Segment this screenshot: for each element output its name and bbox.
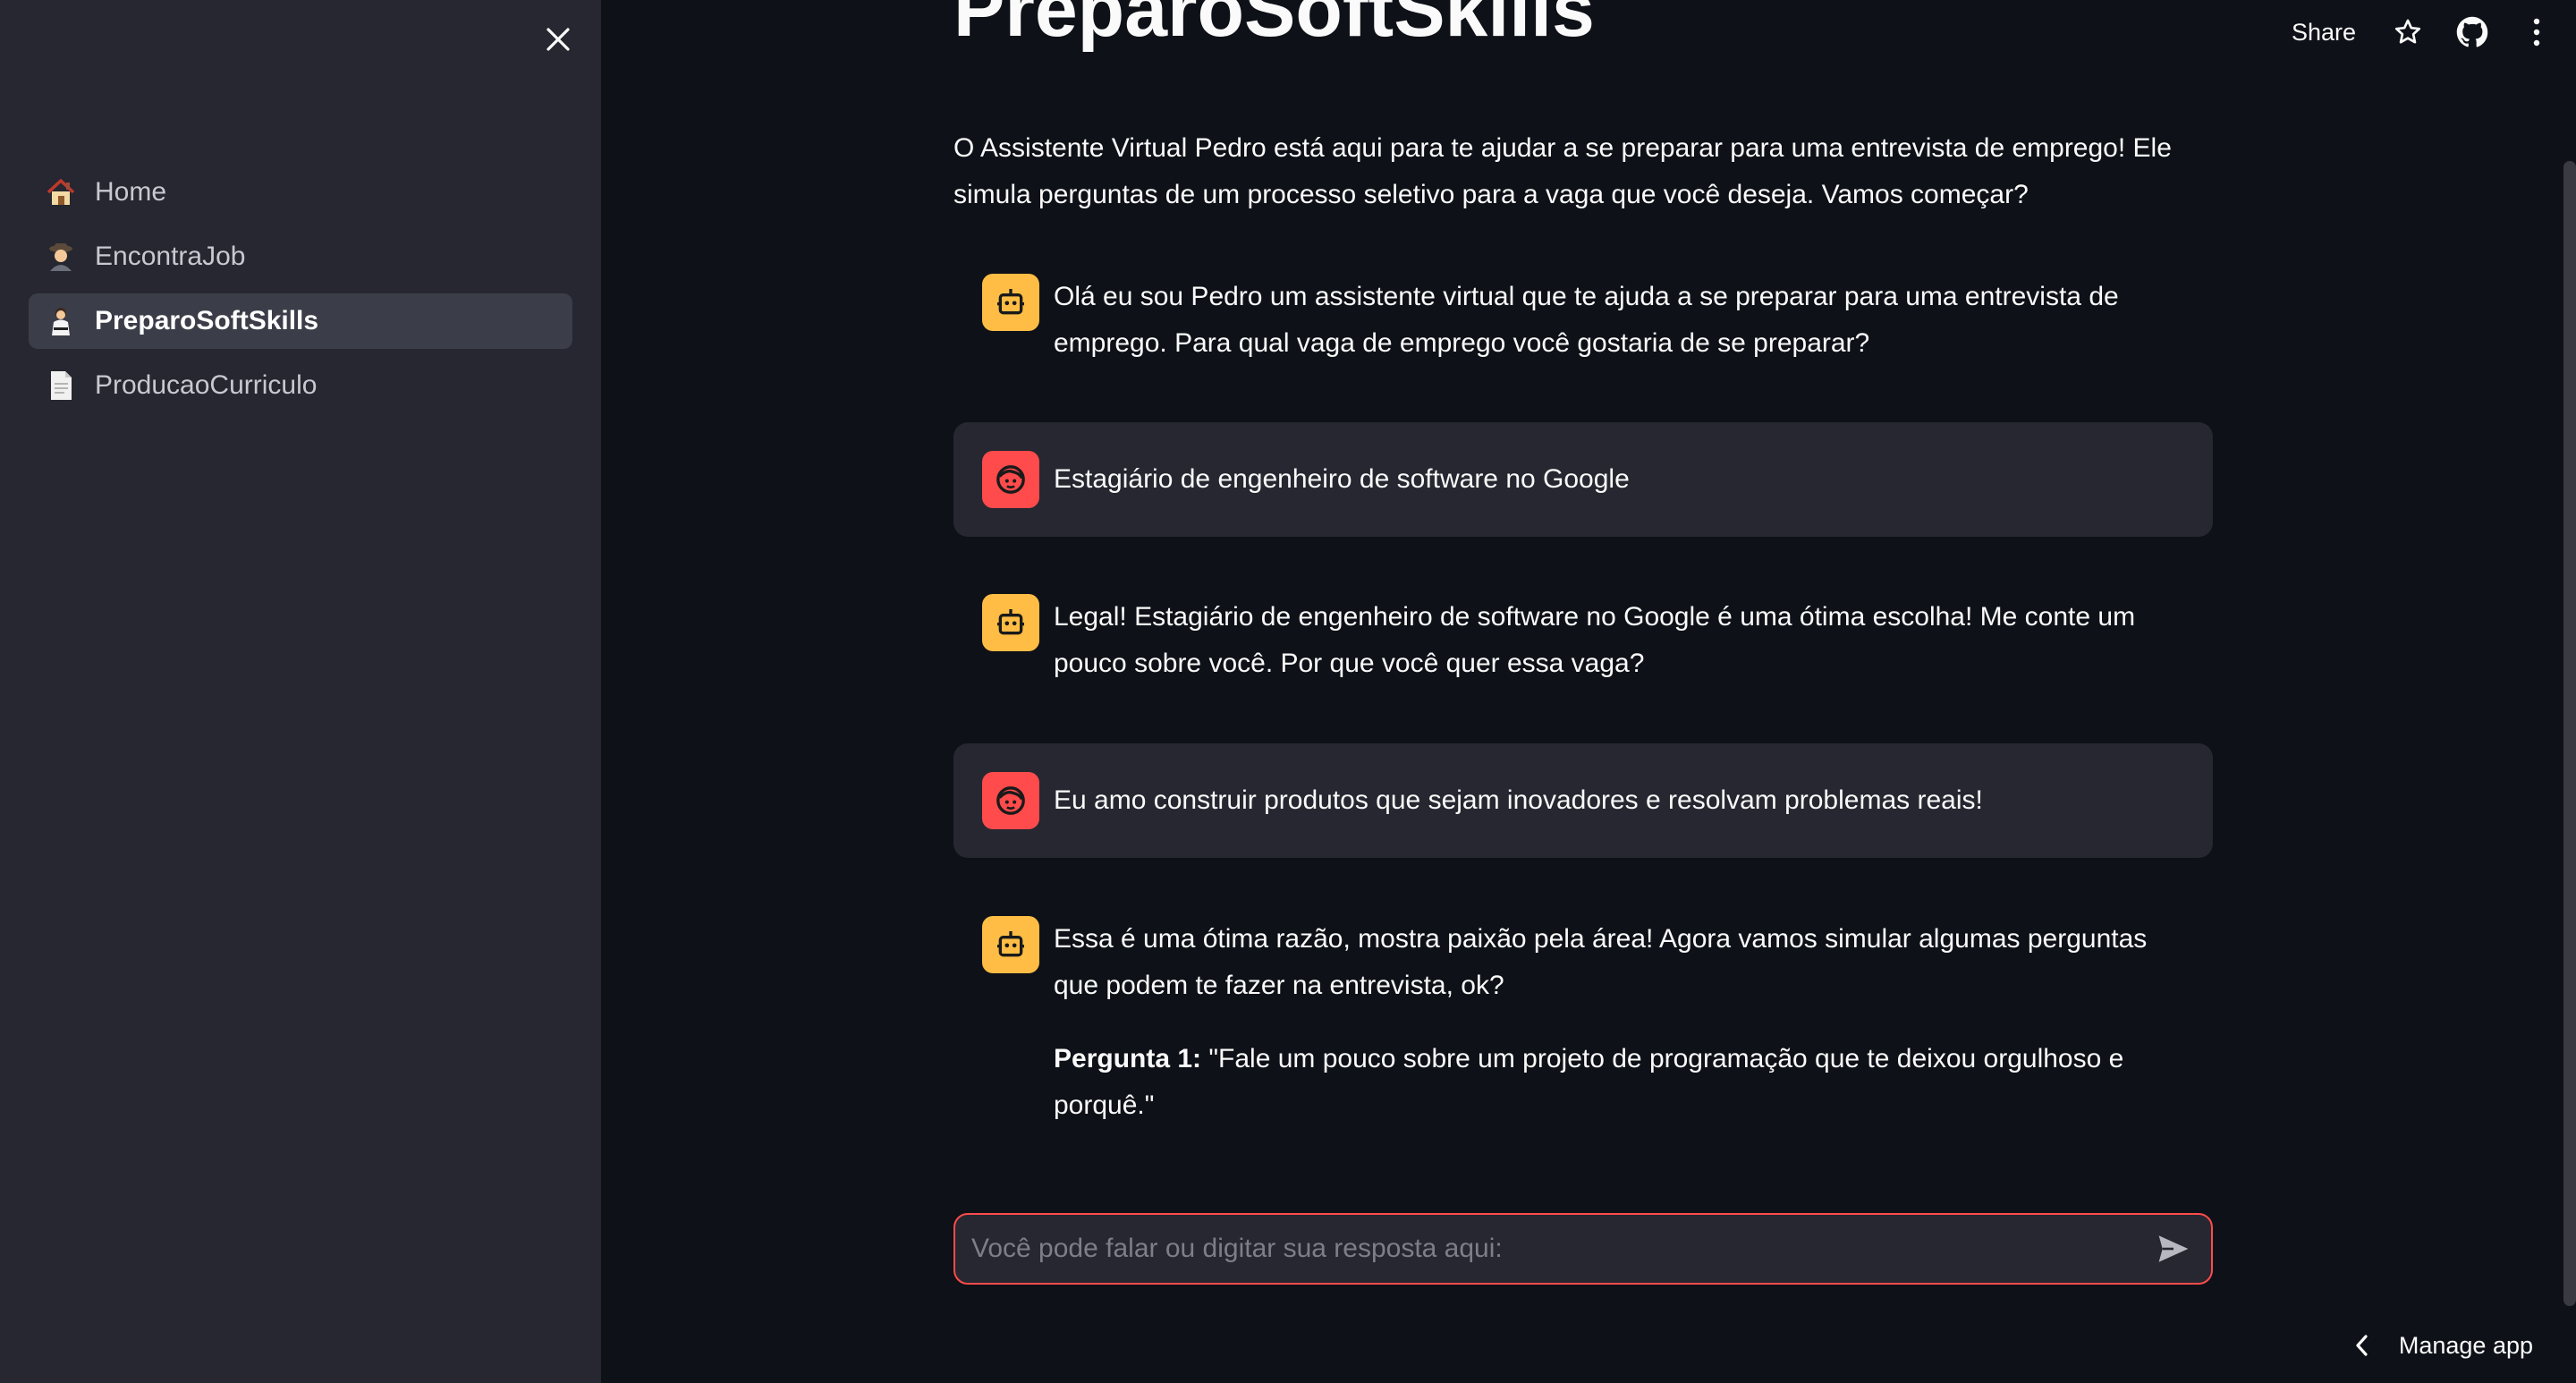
chevron-left-icon xyxy=(2354,1334,2368,1357)
bot-avatar xyxy=(982,594,1039,651)
sidebar-item-label: ProducaoCurriculo xyxy=(95,370,318,400)
sidebar-item-label: PreparoSoftSkills xyxy=(95,306,319,335)
document-icon xyxy=(43,368,79,403)
judo-emoji-icon xyxy=(43,303,79,339)
message-question: Pergunta 1: "Fale um pouco sobre um proj… xyxy=(1054,1036,2184,1129)
message-text: Eu amo construir produtos que sejam inov… xyxy=(1054,785,1983,815)
house-emoji-icon xyxy=(43,174,79,210)
message-text: Legal! Estagiário de engenheiro de softw… xyxy=(1054,602,2136,678)
message-text: Olá eu sou Pedro um assistente virtual q… xyxy=(1054,282,2119,358)
question-label: Pergunta 1: xyxy=(1054,1044,1202,1073)
sidebar-item-producaocurriculo[interactable]: ProducaoCurriculo xyxy=(29,358,572,413)
chat-input-box xyxy=(953,1213,2213,1285)
manage-app-label: Manage app xyxy=(2398,1331,2533,1359)
close-icon[interactable] xyxy=(537,18,580,61)
sidebar-item-encontrajob[interactable]: EncontraJob xyxy=(29,229,572,284)
sidebar-item-label: EncontraJob xyxy=(95,242,246,271)
message-text: Essa é uma ótima razão, mostra paixão pe… xyxy=(1054,916,2184,1143)
bot-avatar xyxy=(982,916,1039,973)
more-vertical-icon[interactable] xyxy=(2519,14,2555,50)
message-paragraph: Essa é uma ótima razão, mostra paixão pe… xyxy=(1054,924,2148,1000)
page-title: PreparoSoftSkills xyxy=(953,0,1595,53)
user-avatar xyxy=(982,772,1039,829)
chat-message-user: Eu amo construir produtos que sejam inov… xyxy=(953,743,2213,858)
send-icon[interactable] xyxy=(2152,1227,2195,1270)
header-toolbar: Share xyxy=(2292,0,2576,64)
chat-message-user: Estagiário de engenheiro de software no … xyxy=(953,422,2213,537)
manage-app-button[interactable]: Manage app xyxy=(2354,1328,2533,1363)
sidebar-item-label: Home xyxy=(95,177,167,207)
chat-message-assistant: Olá eu sou Pedro um assistente virtual q… xyxy=(953,268,2213,369)
chat-message-assistant: Essa é uma ótima razão, mostra paixão pe… xyxy=(953,911,2213,1143)
github-icon[interactable] xyxy=(2454,14,2490,50)
question-text: "Fale um pouco sobre um projeto de progr… xyxy=(1054,1044,2124,1120)
scrollbar[interactable] xyxy=(2563,161,2576,1306)
sidebar-item-home[interactable]: Home xyxy=(29,165,572,220)
bot-avatar xyxy=(982,274,1039,331)
star-icon[interactable] xyxy=(2390,14,2426,50)
message-text: Estagiário de engenheiro de software no … xyxy=(1054,464,1630,494)
chat-input[interactable] xyxy=(971,1222,2152,1276)
share-button[interactable]: Share xyxy=(2292,19,2356,47)
sidebar-nav: Home EncontraJob PreparoSoftSkills Produ… xyxy=(29,165,572,422)
intro-text: O Assistente Virtual Pedro está aqui par… xyxy=(953,133,2172,209)
detective-emoji-icon xyxy=(43,239,79,275)
user-avatar xyxy=(982,451,1039,508)
app-root: Home EncontraJob PreparoSoftSkills Produ… xyxy=(0,0,2576,1383)
sidebar: Home EncontraJob PreparoSoftSkills Produ… xyxy=(0,0,601,1383)
sidebar-item-preparosoftskills[interactable]: PreparoSoftSkills xyxy=(29,293,572,349)
chat-message-assistant: Legal! Estagiário de engenheiro de softw… xyxy=(953,589,2213,689)
